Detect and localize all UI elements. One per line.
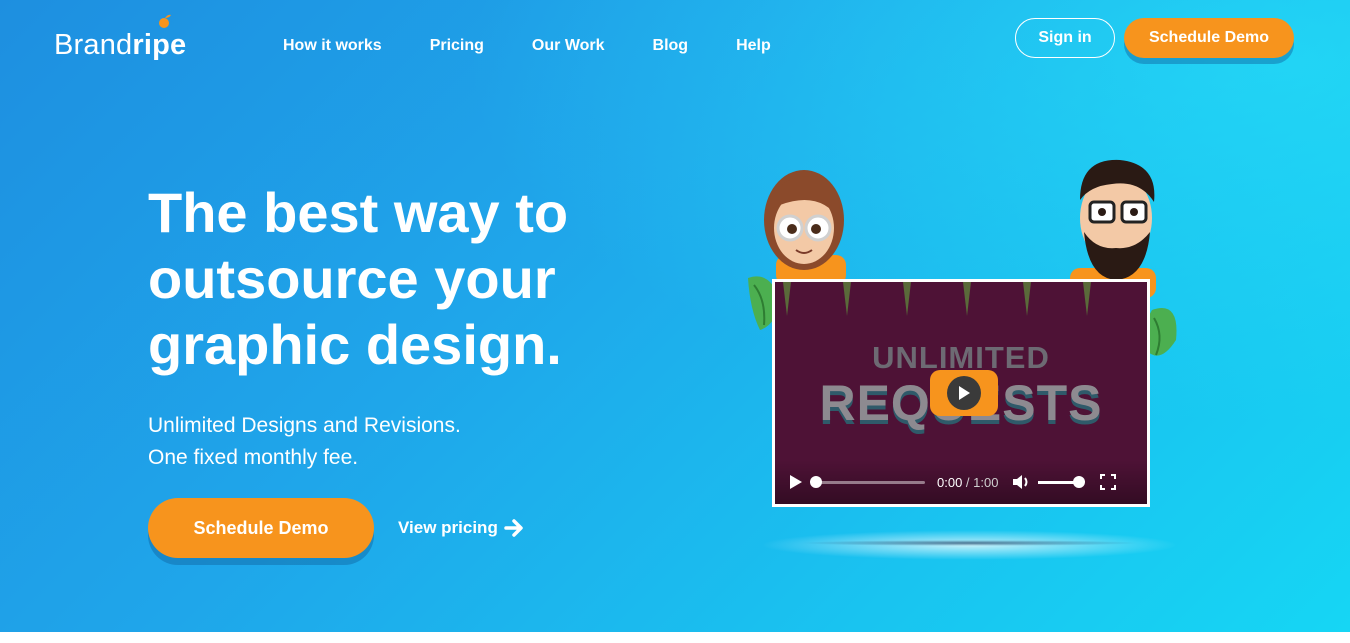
volume-icon <box>1013 475 1028 489</box>
nav-our-work[interactable]: Our Work <box>532 37 605 55</box>
fullscreen-button[interactable] <box>1100 474 1117 490</box>
video-floor-shadow <box>800 540 1140 546</box>
nav-how-it-works[interactable]: How it works <box>283 37 382 55</box>
nav-blog[interactable]: Blog <box>653 37 689 55</box>
logo-text-thin: Brand <box>54 29 133 61</box>
play-icon <box>790 475 802 489</box>
nav-help[interactable]: Help <box>736 37 771 55</box>
play-icon <box>959 386 970 400</box>
video-player[interactable]: UNLIMITED REQUESTS 0:00 / 1:00 <box>772 279 1150 507</box>
control-play-button[interactable] <box>789 474 803 490</box>
duration: 1:00 <box>973 474 999 490</box>
video-frame: UNLIMITED REQUESTS 0:00 / 1:00 <box>775 282 1147 504</box>
view-pricing-label: View pricing <box>398 518 498 537</box>
man-character <box>1070 159 1156 298</box>
hero-headline: The best way to outsource your graphic d… <box>148 180 668 378</box>
volume-button[interactable] <box>1012 474 1030 490</box>
subtext-line-2: One fixed monthly fee. <box>148 446 359 469</box>
hero-schedule-demo-button[interactable]: Schedule Demo <box>148 498 374 558</box>
hero-subtext: Unlimited Designs and Revisions. One fix… <box>148 410 461 474</box>
hero-section: Brand ripe How it works Pricing Our Work … <box>0 0 1350 632</box>
video-controls: 0:00 / 1:00 <box>775 460 1147 504</box>
volume-knob[interactable] <box>1073 475 1086 488</box>
headline-line-2: outsource your <box>148 247 556 310</box>
nav-pricing[interactable]: Pricing <box>430 37 484 55</box>
hanging-plants-decoration <box>783 282 1091 316</box>
sign-in-button[interactable]: Sign in <box>1015 18 1115 58</box>
logo-text-bold: ripe <box>132 29 187 61</box>
orange-fruit-icon <box>159 14 171 28</box>
headline-line-1: The best way to <box>148 181 569 244</box>
fullscreen-icon <box>1100 474 1117 490</box>
time-separator: / <box>962 474 974 490</box>
bottom-strip <box>0 632 1350 643</box>
video-big-play-button[interactable] <box>930 370 998 416</box>
woman-character <box>764 170 846 285</box>
subtext-line-1: Unlimited Designs and Revisions. <box>148 414 461 437</box>
volume-slider[interactable] <box>1038 475 1086 488</box>
progress-scrubber[interactable] <box>810 475 822 488</box>
brand-logo[interactable]: Brand ripe <box>54 14 187 62</box>
main-nav: How it works Pricing Our Work Blog Help <box>283 37 819 55</box>
video-progress-bar[interactable] <box>810 475 925 488</box>
header-schedule-demo-button[interactable]: Schedule Demo <box>1124 18 1294 58</box>
view-pricing-link[interactable]: View pricing <box>398 516 526 540</box>
headline-line-3: graphic design. <box>148 313 562 376</box>
current-time: 0:00 <box>937 474 963 490</box>
video-time: 0:00 / 1:00 <box>937 475 998 490</box>
arrow-right-icon <box>504 519 523 537</box>
